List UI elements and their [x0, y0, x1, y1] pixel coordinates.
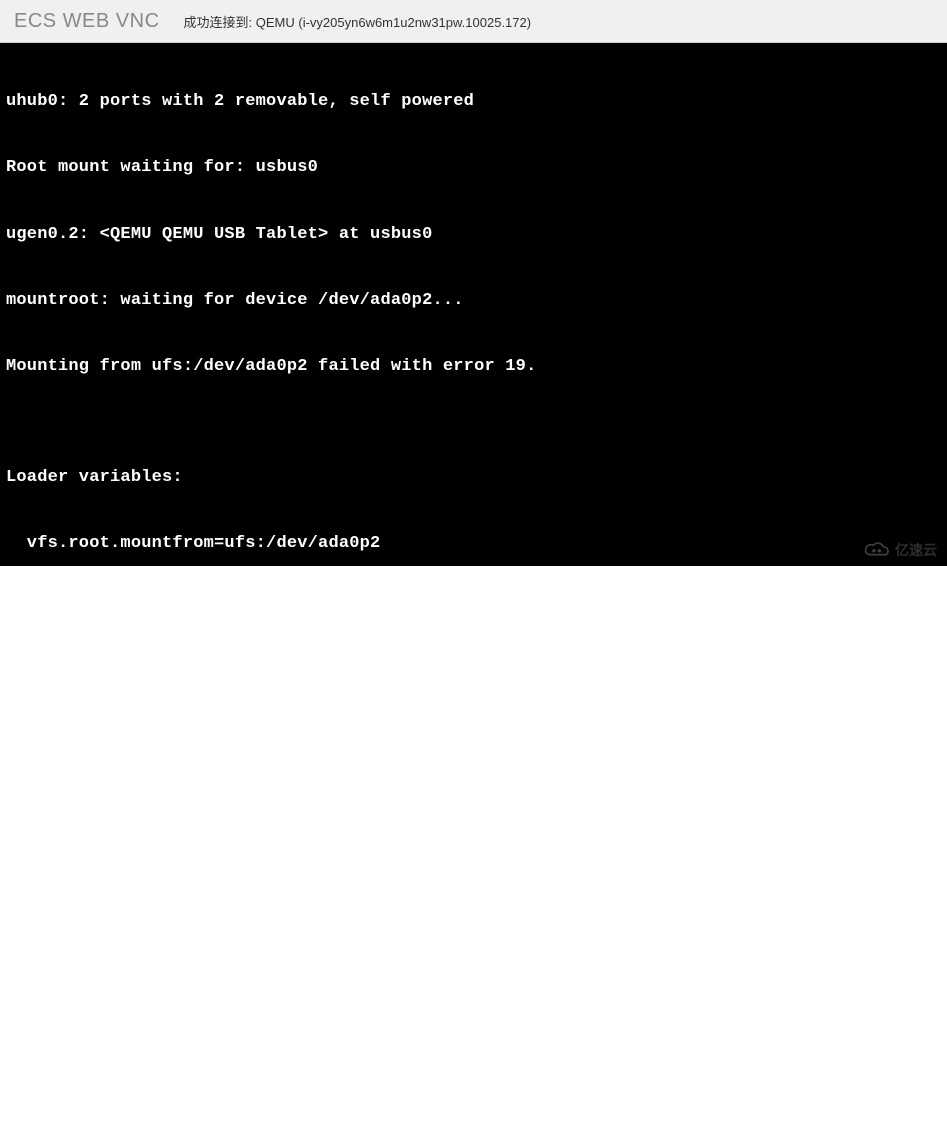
term-line: eg. ufs:/dev/da0s1a: [6, 1019, 941, 1041]
app-title: ECS WEB VNC: [14, 10, 160, 33]
term-line: Root mount waiting for: usbus0: [6, 157, 941, 179]
connection-status: 成功连接到: QEMU (i-vy205yn6w6m1u2nw31pw.1002…: [184, 12, 532, 31]
term-line: Manual root filesystem specification:: [6, 710, 941, 732]
term-line: vfs.root.mountfrom=ufs:/dev/ada0p2: [6, 533, 941, 555]
term-line: mountroot: waiting for device /dev/ada0p…: [6, 290, 941, 312]
term-line: <fstype>:<device> [options]: [6, 776, 941, 798]
watermark: 亿速云: [863, 540, 937, 560]
term-line: ugen0.2: <QEMU QEMU USB Tablet> at usbus…: [6, 224, 941, 246]
term-line: Mount <device> using filesystem <fstype>: [6, 842, 941, 864]
watermark-text: 亿速云: [895, 540, 937, 560]
term-line: Loader variables:: [6, 467, 941, 489]
term-line: uhub0: 2 ports with 2 removable, self po…: [6, 91, 941, 113]
terminal-screen[interactable]: uhub0: 2 ports with 2 removable, self po…: [0, 43, 947, 566]
term-line: and with the specified (optional) option…: [6, 909, 941, 931]
term-line: Mounting from ufs:/dev/ada0p2 failed wit…: [6, 356, 941, 378]
titlebar: ECS WEB VNC 成功连接到: QEMU (i-vy205yn6w6m1u…: [0, 0, 947, 43]
term-line: zfs:zroot/ROOT/default: [6, 1085, 941, 1107]
cloud-icon: [863, 540, 891, 560]
term-line: vfs.root.mountfrom.options=rw: [6, 599, 941, 621]
